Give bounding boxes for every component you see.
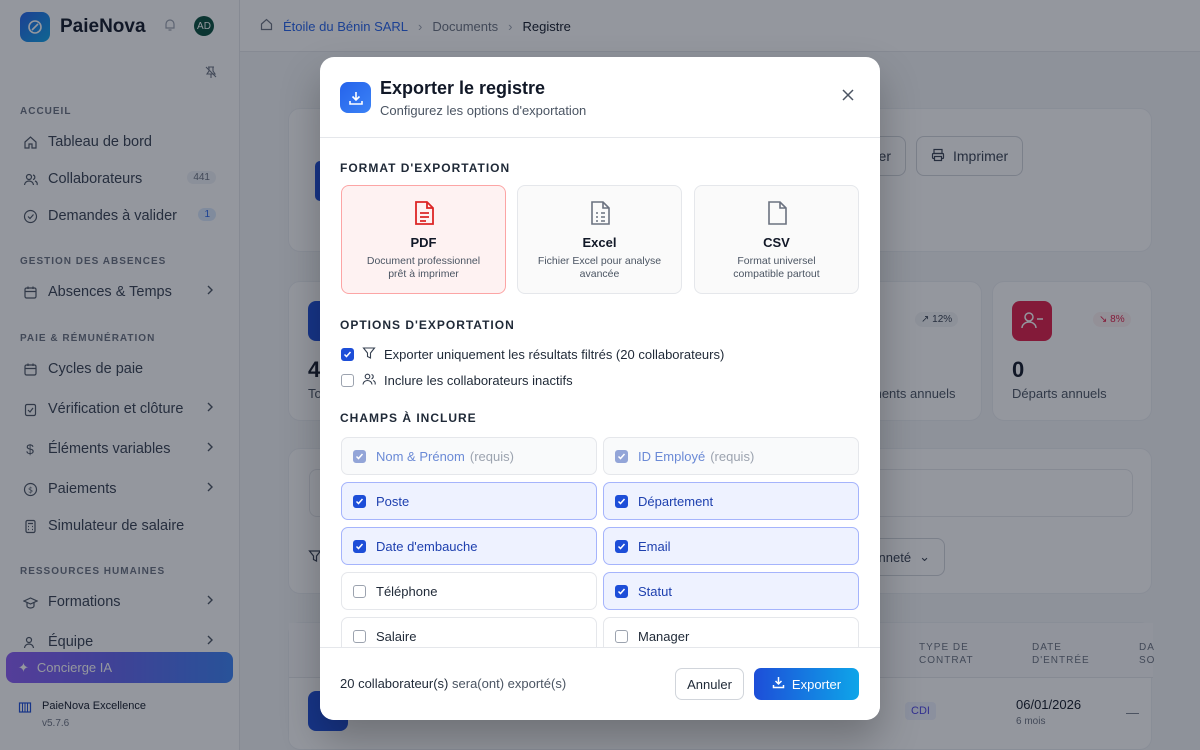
checkbox-unchecked[interactable]: [353, 584, 366, 598]
dialog-subtitle: Configurez les options d'exportation: [380, 103, 587, 118]
format-label: FORMAT D'EXPORTATION: [340, 161, 511, 175]
format-option-excel[interactable]: Excel Fichier Excel pour analyse avancée: [517, 185, 682, 294]
field-option: ID Employé (requis): [603, 437, 859, 475]
export-summary: 20 collaborateur(s) sera(ont) exporté(s): [340, 676, 566, 691]
option-label: Inclure les collaborateurs inactifs: [384, 373, 573, 388]
option-label: Exporter uniquement les résultats filtré…: [384, 347, 725, 362]
checkbox-checked[interactable]: [615, 584, 628, 598]
field-option: Nom & Prénom (requis): [341, 437, 597, 475]
field-label: Email: [638, 538, 671, 554]
export-count-suffix: sera(ont) exporté(s): [452, 676, 567, 691]
button-label: Exporter: [791, 676, 842, 692]
download-icon: [340, 82, 371, 113]
format-name: PDF: [410, 235, 437, 250]
checkbox-checked: [353, 449, 366, 463]
field-label: Poste: [376, 493, 410, 509]
options-label: OPTIONS D'EXPORTATION: [340, 318, 515, 332]
format-description: Fichier Excel pour analyse avancée: [537, 255, 662, 280]
checkbox-checked[interactable]: [615, 494, 628, 508]
dialog-footer: 20 collaborateur(s) sera(ont) exporté(s)…: [320, 647, 880, 720]
download-icon: [772, 676, 785, 692]
dialog-title: Exporter le registre: [380, 78, 546, 98]
users-icon: [362, 372, 376, 389]
checkbox-checked[interactable]: [353, 539, 366, 553]
field-option[interactable]: Département: [603, 482, 859, 520]
export-button[interactable]: Exporter: [754, 668, 859, 700]
format-description: Format universel compatible partout: [733, 255, 820, 280]
app-root: PaieNova AD ACCUEIL Tableau de bord Coll…: [0, 0, 1200, 750]
fields-label: CHAMPS À INCLURE: [340, 411, 477, 425]
pdf-file-icon: [342, 200, 505, 226]
dialog-body[interactable]: FORMAT D'EXPORTATION PDF Document profes…: [320, 139, 880, 647]
spreadsheet-icon: [518, 200, 681, 226]
field-option[interactable]: Statut: [603, 572, 859, 610]
field-option[interactable]: Date d'embauche: [341, 527, 597, 565]
required-hint: (requis): [469, 448, 514, 464]
export-count: 20 collaborateur(s): [340, 676, 449, 691]
dialog-header: Exporter le registre Configurez les opti…: [320, 57, 880, 138]
field-option[interactable]: Poste: [341, 482, 597, 520]
checkbox-unchecked[interactable]: [353, 629, 366, 643]
cancel-button[interactable]: Annuler: [675, 668, 744, 700]
field-label: Date d'embauche: [376, 538, 478, 554]
format-description: Document professionnel prêt à imprimer: [366, 255, 481, 280]
field-label: Manager: [638, 628, 690, 644]
format-option-csv[interactable]: CSV Format universel compatible partout: [694, 185, 859, 294]
checkbox-checked[interactable]: [341, 348, 354, 361]
field-option[interactable]: Manager: [603, 617, 859, 647]
checkbox-checked: [615, 449, 628, 463]
required-hint: (requis): [710, 448, 755, 464]
format-name: CSV: [763, 235, 790, 250]
close-icon[interactable]: [842, 89, 854, 104]
field-label: Salaire: [376, 628, 417, 644]
field-option[interactable]: Salaire: [341, 617, 597, 647]
option-include-inactive[interactable]: Inclure les collaborateurs inactifs: [341, 372, 573, 389]
option-filtered-only[interactable]: Exporter uniquement les résultats filtré…: [341, 346, 724, 363]
export-dialog: Exporter le registre Configurez les opti…: [320, 57, 880, 720]
field-option[interactable]: Email: [603, 527, 859, 565]
field-label: Statut: [638, 583, 672, 599]
field-option[interactable]: Téléphone: [341, 572, 597, 610]
checkbox-checked[interactable]: [615, 539, 628, 553]
field-label: Département: [638, 493, 714, 509]
field-label: Nom & Prénom: [376, 448, 465, 464]
format-name: Excel: [582, 235, 617, 250]
field-label: Téléphone: [376, 583, 438, 599]
checkbox-unchecked[interactable]: [341, 374, 354, 387]
format-option-pdf[interactable]: PDF Document professionnel prêt à imprim…: [341, 185, 506, 294]
field-label: ID Employé: [638, 448, 706, 464]
checkbox-checked[interactable]: [353, 494, 366, 508]
file-icon: [695, 200, 858, 226]
checkbox-unchecked[interactable]: [615, 629, 628, 643]
filter-icon: [362, 346, 376, 363]
